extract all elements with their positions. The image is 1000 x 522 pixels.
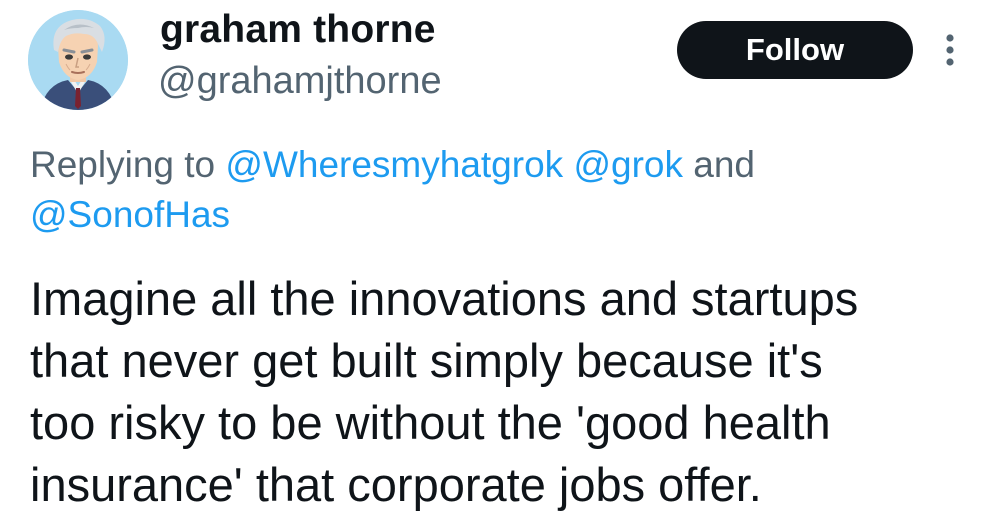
- more-vertical-icon: [946, 34, 954, 66]
- mention-link[interactable]: @Wheresmyhatgrok: [225, 144, 563, 185]
- tweet-text-line: that never get built simply because it's: [30, 334, 823, 387]
- mention-link[interactable]: @grok: [573, 144, 683, 185]
- reply-conjunction: and: [693, 144, 756, 185]
- tweet-text-line: insurance' that corporate jobs offer.: [30, 458, 762, 511]
- avatar[interactable]: [28, 10, 128, 110]
- anime-portrait-avatar-icon: [28, 10, 128, 110]
- tweet-text-line: too risky to be without the 'good health: [30, 396, 831, 449]
- tweet-text: Imagine all the innovations and startups…: [30, 268, 980, 516]
- more-options-button[interactable]: [932, 30, 968, 70]
- follow-button[interactable]: Follow: [677, 21, 913, 79]
- reply-context: Replying to @Wheresmyhatgrok @grok and @…: [30, 140, 970, 240]
- display-name[interactable]: graham thorne: [160, 8, 436, 52]
- reply-prefix: Replying to: [30, 144, 216, 185]
- mention-link[interactable]: @SonofHas: [30, 194, 230, 235]
- user-handle[interactable]: @grahamjthorne: [158, 60, 442, 103]
- tweet-text-line: Imagine all the innovations and startups: [30, 272, 859, 325]
- tweet-card: graham thorne @grahamjthorne Follow Repl…: [0, 0, 1000, 522]
